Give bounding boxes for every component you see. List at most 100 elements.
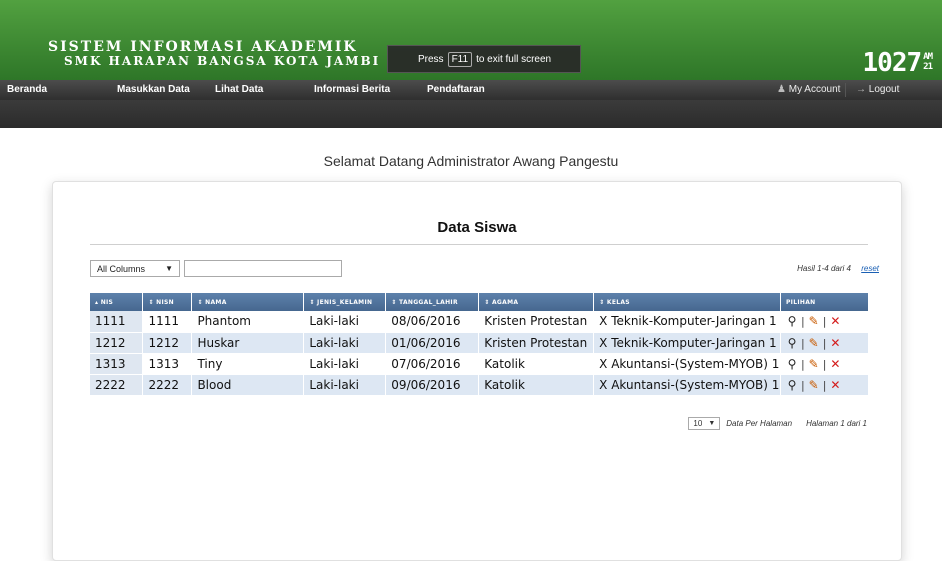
pencil-icon[interactable]: ✎ xyxy=(808,357,820,371)
cell-jenis-kelamin: Laki-laki xyxy=(303,332,387,354)
action-separator: | xyxy=(822,357,827,371)
page-info: Halaman 1 dari 1 xyxy=(806,419,867,428)
sub-bar xyxy=(0,100,942,128)
cell-agama: Katolik xyxy=(478,374,595,396)
cell-tanggal-lahir: 01/06/2016 xyxy=(385,332,480,354)
cell-nis: 1212 xyxy=(90,332,144,354)
cell-jenis-kelamin: Laki-laki xyxy=(303,374,387,396)
magnifier-icon[interactable]: ⚲ xyxy=(786,314,798,328)
site-title: SISTEM INFORMASI AKADEMIK SMK HARAPAN BA… xyxy=(48,40,380,68)
column-header-agama[interactable]: ⇕ AGAMA xyxy=(478,293,595,311)
per-page-label: Data Per Halaman xyxy=(726,419,793,428)
nav-divider xyxy=(845,83,846,97)
clock-seconds: 21 xyxy=(923,62,933,72)
arrow-right-icon: → xyxy=(856,84,866,95)
site-title-line1: SISTEM INFORMASI AKADEMIK xyxy=(48,39,358,55)
action-separator: | xyxy=(800,378,805,392)
pagination: 10 ▼ Data Per Halaman Halaman 1 dari 1 xyxy=(688,417,867,430)
table-header-row: ▴ NIS ⇕ NISN ⇕ NAMA ⇕ JENIS_KELAMIN ⇕ TA… xyxy=(90,293,870,311)
my-account-label: My Account xyxy=(788,84,841,95)
pencil-icon[interactable]: ✎ xyxy=(808,336,820,350)
per-page-select[interactable]: 10 ▼ xyxy=(688,417,721,430)
column-header-jenis-kelamin[interactable]: ⇕ JENIS_KELAMIN xyxy=(303,293,387,311)
cell-kelas: X Akuntansi-(System-MYOB) 1 xyxy=(593,374,781,396)
action-separator: | xyxy=(800,315,805,329)
column-header-nisn[interactable]: ⇕ NISN xyxy=(142,293,193,311)
cell-actions: ⚲ | ✎ | ✕ xyxy=(780,374,870,396)
action-separator: | xyxy=(822,378,827,392)
cell-nisn: 1212 xyxy=(142,332,193,354)
cell-nis: 1111 xyxy=(90,311,144,333)
delete-x-icon[interactable]: ✕ xyxy=(829,378,841,392)
column-header-tanggal-lahir[interactable]: ⇕ TANGGAL_LAHIR xyxy=(385,293,480,311)
cell-kelas: X Teknik-Komputer-Jaringan 1 xyxy=(593,332,781,354)
per-page-value: 10 xyxy=(693,419,703,428)
filter-input[interactable] xyxy=(184,260,342,277)
main-nav: Beranda Masukkan Data Lihat Data Informa… xyxy=(0,80,942,100)
cell-actions: ⚲ | ✎ | ✕ xyxy=(780,353,870,375)
logout-link[interactable]: → Logout xyxy=(856,84,899,95)
table-row: 2222 2222 Blood Laki-laki 09/06/2016 Kat… xyxy=(90,374,870,396)
column-filter-select[interactable]: All Columns ▼ xyxy=(90,260,180,277)
my-account-link[interactable]: ♟ My Account xyxy=(777,84,840,95)
table-row: 1212 1212 Huskar Laki-laki 01/06/2016 Kr… xyxy=(90,332,870,354)
cell-kelas: X Akuntansi-(System-MYOB) 1 xyxy=(593,353,781,375)
delete-x-icon[interactable]: ✕ xyxy=(829,357,841,371)
card-title: Data Siswa xyxy=(437,219,517,236)
nav-masukkan-data[interactable]: Masukkan Data xyxy=(117,84,190,95)
cell-nisn: 2222 xyxy=(142,374,193,396)
table-row: 1111 1111 Phantom Laki-laki 08/06/2016 K… xyxy=(90,311,870,333)
cell-kelas: X Teknik-Komputer-Jaringan 1 xyxy=(593,311,781,333)
cell-nama: Tiny xyxy=(191,353,305,375)
fullscreen-message: to exit full screen xyxy=(476,53,552,65)
cell-actions: ⚲ | ✎ | ✕ xyxy=(780,311,870,333)
cell-agama: Katolik xyxy=(478,353,595,375)
cell-jenis-kelamin: Laki-laki xyxy=(303,311,387,333)
magnifier-icon[interactable]: ⚲ xyxy=(786,357,798,371)
cell-nama: Blood xyxy=(191,374,305,396)
clock-ampm-seconds: AM 21 xyxy=(923,52,933,72)
digital-clock: 1027 AM 21 xyxy=(862,48,933,78)
students-table: ▴ NIS ⇕ NISN ⇕ NAMA ⇕ JENIS_KELAMIN ⇕ TA… xyxy=(90,293,870,396)
data-card: Data Siswa All Columns ▼ Hasil 1-4 dari … xyxy=(52,181,902,561)
chevron-down-icon: ▼ xyxy=(708,420,716,427)
chevron-down-icon: ▼ xyxy=(165,264,173,273)
cell-nisn: 1313 xyxy=(142,353,193,375)
action-separator: | xyxy=(800,357,805,371)
delete-x-icon[interactable]: ✕ xyxy=(829,336,841,350)
nav-beranda[interactable]: Beranda xyxy=(7,84,47,95)
column-header-nama[interactable]: ⇕ NAMA xyxy=(191,293,305,311)
column-filter-value: All Columns xyxy=(97,263,146,274)
results-count: Hasil 1-4 dari 4 xyxy=(797,264,851,273)
app-header: SISTEM INFORMASI AKADEMIK SMK HARAPAN BA… xyxy=(0,0,942,80)
cell-tanggal-lahir: 09/06/2016 xyxy=(385,374,480,396)
nav-lihat-data[interactable]: Lihat Data xyxy=(215,84,263,95)
cell-jenis-kelamin: Laki-laki xyxy=(303,353,387,375)
delete-x-icon[interactable]: ✕ xyxy=(829,314,841,328)
table-row: 1313 1313 Tiny Laki-laki 07/06/2016 Kato… xyxy=(90,353,870,375)
cell-nama: Phantom xyxy=(191,311,305,333)
action-separator: | xyxy=(822,315,827,329)
column-header-kelas[interactable]: ⇕ KELAS xyxy=(593,293,781,311)
reset-link[interactable]: reset xyxy=(861,264,879,273)
fullscreen-press-text: Press xyxy=(418,53,444,65)
action-separator: | xyxy=(800,336,805,350)
cell-tanggal-lahir: 07/06/2016 xyxy=(385,353,480,375)
action-separator: | xyxy=(822,336,827,350)
pencil-icon[interactable]: ✎ xyxy=(808,314,820,328)
cell-actions: ⚲ | ✎ | ✕ xyxy=(780,332,870,354)
nav-pendaftaran[interactable]: Pendaftaran xyxy=(427,84,485,95)
column-header-nis[interactable]: ▴ NIS xyxy=(90,293,144,311)
magnifier-icon[interactable]: ⚲ xyxy=(786,336,798,350)
clock-time: 1027 xyxy=(862,48,923,78)
logout-label: Logout xyxy=(868,84,900,95)
clock-ampm: AM xyxy=(923,52,933,62)
nav-informasi-berita[interactable]: Informasi Berita xyxy=(314,84,390,95)
fullscreen-notice: Press F11 to exit full screen xyxy=(387,45,581,73)
site-title-line2: SMK HARAPAN BANGSA KOTA JAMBI xyxy=(64,54,381,68)
user-icon: ♟ xyxy=(777,84,786,95)
cell-nis: 2222 xyxy=(90,374,144,396)
f11-key: F11 xyxy=(447,51,473,67)
pencil-icon[interactable]: ✎ xyxy=(808,378,820,392)
magnifier-icon[interactable]: ⚲ xyxy=(786,378,798,392)
